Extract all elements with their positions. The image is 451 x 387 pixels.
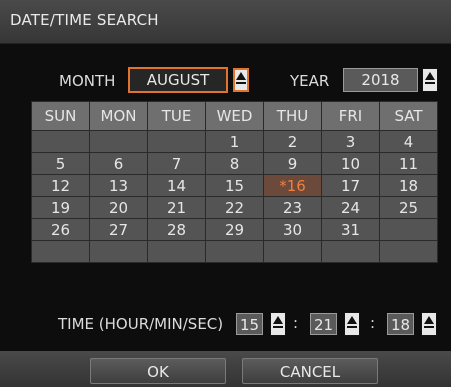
title-bar: DATE/TIME SEARCH [0,0,451,44]
day-cell[interactable]: 3 [321,130,380,153]
minute-spinner-button[interactable] [344,312,360,336]
empty-day-cell [263,240,322,263]
month-select[interactable]: AUGUST [128,67,228,93]
day-cell[interactable]: 18 [379,174,438,197]
day-cell[interactable]: 10 [321,152,380,175]
hour-spinner-button[interactable] [270,312,286,336]
day-cell[interactable]: 21 [147,196,206,219]
day-cell[interactable]: 27 [89,218,148,241]
day-cell[interactable]: 13 [89,174,148,197]
day-cell[interactable]: 29 [205,218,264,241]
day-cell[interactable]: 22 [205,196,264,219]
day-cell[interactable]: 23 [263,196,322,219]
hour-field[interactable]: 15 [236,313,263,335]
day-cell[interactable]: 15 [205,174,264,197]
day-cell[interactable]: 24 [321,196,380,219]
weekday-header: TUE [147,101,206,131]
triangle-up-icon [273,316,283,324]
day-cell[interactable]: 9 [263,152,322,175]
triangle-up-icon [347,316,357,324]
day-cell[interactable]: 30 [263,218,322,241]
day-cell[interactable]: *16 [263,174,322,197]
calendar-week-row: 5 6 7 8 9 10 11 [31,152,438,175]
day-cell[interactable]: 25 [379,196,438,219]
month-label: MONTH [59,72,116,90]
year-select[interactable]: 2018 [343,68,418,92]
ok-button[interactable]: OK [90,358,226,384]
empty-day-cell [379,218,438,241]
day-cell[interactable]: 7 [147,152,206,175]
empty-day-cell [147,130,206,153]
weekday-header: MON [89,101,148,131]
calendar-week-row [31,240,438,263]
weekday-header: SAT [379,101,438,131]
day-cell[interactable]: 1 [205,130,264,153]
second-spinner-button[interactable] [421,312,437,336]
weekday-header: FRI [321,101,380,131]
time-separator: : [293,314,299,332]
time-separator: : [370,314,376,332]
weekday-header: WED [205,101,264,131]
day-cell[interactable]: 4 [379,130,438,153]
calendar-week-row: 12 13 14 15 *16 17 18 [31,174,438,197]
empty-day-cell [205,240,264,263]
empty-day-cell [379,240,438,263]
calendar-week-row: 1234 [31,130,438,153]
triangle-up-icon [236,72,246,80]
day-cell[interactable]: 2 [263,130,322,153]
time-label: TIME (HOUR/MIN/SEC) [58,315,224,333]
day-cell[interactable]: 31 [321,218,380,241]
empty-day-cell [147,240,206,263]
triangle-up-icon [424,316,434,324]
day-cell[interactable]: 14 [147,174,206,197]
day-cell[interactable]: 28 [147,218,206,241]
day-cell[interactable]: 5 [31,152,90,175]
empty-day-cell [31,130,90,153]
calendar-week-row: 26 27 28 29 30 31 [31,218,438,241]
day-cell[interactable]: 26 [31,218,90,241]
triangle-up-icon [425,72,435,80]
day-cell[interactable]: 19 [31,196,90,219]
day-cell[interactable]: 17 [321,174,380,197]
day-cell[interactable]: 6 [89,152,148,175]
weekday-header: THU [263,101,322,131]
empty-day-cell [31,240,90,263]
empty-day-cell [89,130,148,153]
empty-day-cell [321,240,380,263]
day-cell[interactable]: 11 [379,152,438,175]
day-cell[interactable]: 20 [89,196,148,219]
day-cell[interactable]: 12 [31,174,90,197]
calendar-week-row: 19 20 21 22 23 24 25 [31,196,438,219]
dialog-title: DATE/TIME SEARCH [10,11,159,29]
year-spinner-button[interactable] [422,68,438,92]
cancel-button[interactable]: CANCEL [242,358,378,384]
weekday-header: SUN [31,101,90,131]
calendar-grid: SUN MON TUE WED THU FRI SAT 1 2 3 4 5 6 7 8 9 10 11 12 13 1… [31,101,438,263]
second-field[interactable]: 18 [387,313,414,335]
year-label: YEAR [290,72,330,90]
month-spinner-button[interactable] [233,68,249,92]
day-cell[interactable]: 8 [205,152,264,175]
minute-field[interactable]: 21 [310,313,337,335]
empty-day-cell [89,240,148,263]
